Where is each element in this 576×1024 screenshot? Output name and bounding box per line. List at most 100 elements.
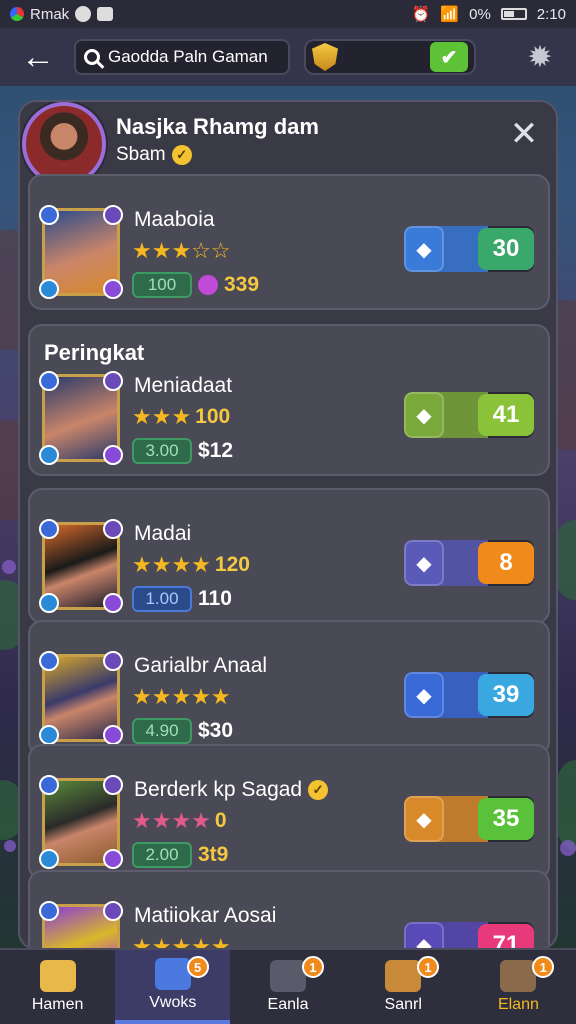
score-badge[interactable]: ◆ 71: [404, 922, 534, 948]
player-name-text: Madai: [134, 522, 192, 545]
nav-label: Elann: [497, 996, 539, 1013]
nav-item[interactable]: Elann 1: [461, 950, 576, 1024]
player-name: Garialbr Anaal: [134, 654, 267, 678]
alarm-icon: ⏰: [411, 6, 431, 23]
stat-value: 110: [198, 587, 232, 610]
player-avatar[interactable]: [39, 901, 123, 948]
status-bar: Rmak ⏰ 📶 0% 2:10: [0, 0, 576, 28]
stars: ★★★★: [132, 552, 211, 577]
nav-item[interactable]: Eanla 1: [230, 950, 345, 1024]
stat-row: 4.90 $30: [132, 718, 233, 744]
player-name: Madai: [134, 522, 191, 546]
badge-icon: [103, 371, 123, 391]
stat-value: 339: [224, 273, 260, 296]
badge-icon: [39, 849, 59, 869]
player-card[interactable]: Maaboia ★★★☆☆ 100 339 ◆ 30: [28, 174, 550, 310]
player-avatar[interactable]: [39, 775, 123, 869]
player-name: Berderk kp Sagad ✓: [134, 778, 329, 802]
score-value: 8: [478, 542, 534, 584]
badge-icon: [39, 901, 59, 921]
verified-check-icon: ✓: [308, 780, 329, 800]
level-pill: 1.00: [132, 586, 192, 612]
level-pill: 3.00: [132, 438, 192, 464]
player-name: Maaboia: [134, 208, 215, 232]
profile-subtitle-text: Sbam: [116, 144, 166, 165]
level-pill: 100: [132, 272, 192, 298]
scroll-icon: ◆: [404, 540, 444, 586]
stat-row: 100 339: [132, 272, 259, 298]
stat-value: $30: [198, 719, 234, 742]
confirm-button[interactable]: ✔: [430, 42, 468, 72]
heart-icon: [198, 275, 218, 295]
badge-icon: [103, 445, 123, 465]
star-rating: ★★★★ 120: [132, 552, 250, 578]
score-badge[interactable]: ◆ 35: [404, 796, 534, 842]
score-value: 71: [478, 924, 534, 948]
target-icon: [270, 960, 306, 992]
player-card[interactable]: Peringkat Meniadaat ★★★ 100 3.00 $12 ◆ 4…: [28, 324, 550, 476]
badge-icon: [39, 775, 59, 795]
player-card[interactable]: Garialbr Anaal ★★★★★ 4.90 $30 ◆ 39: [28, 620, 550, 756]
score-badge[interactable]: ◆ 30: [404, 226, 534, 272]
player-avatar[interactable]: [39, 651, 123, 745]
score-badge[interactable]: ◆ 41: [404, 392, 534, 438]
player-card[interactable]: Berderk kp Sagad ✓ ★★★★ 0 2.00 3t9 ◆ 35: [28, 744, 550, 880]
level-pill: 2.00: [132, 842, 192, 868]
search-box[interactable]: [74, 39, 290, 75]
settings-button[interactable]: ✹: [520, 37, 560, 77]
close-button[interactable]: ✕: [506, 116, 542, 152]
player-name-text: Berderk kp Sagad: [134, 778, 303, 801]
stars: ★★★★: [132, 808, 211, 833]
notification-badge: 5: [186, 956, 209, 978]
star-extra: 120: [214, 553, 250, 576]
star-extra: 0: [214, 809, 227, 832]
badge-icon: [103, 279, 123, 299]
star-rating: ★★★ 100: [132, 404, 230, 430]
axe-icon: ◆: [404, 672, 444, 718]
notification-badge: 1: [301, 956, 324, 978]
stars: ★★★★★: [132, 684, 231, 709]
badge-icon: [39, 205, 59, 225]
nav-label: Hamen: [31, 996, 84, 1013]
badge-icon: [103, 593, 123, 613]
checkmark-icon: ✔: [440, 46, 458, 69]
player-name-text: Garialbr Anaal: [134, 654, 268, 677]
score-value: 30: [478, 228, 534, 270]
stars: ★★★: [132, 404, 192, 429]
player-name-text: Maaboia: [134, 208, 215, 231]
badge-icon: [39, 725, 59, 745]
player-card[interactable]: Madai ★★★★ 120 1.00 110 ◆ 8: [28, 488, 550, 624]
profile-header: Nasjka Rhamg dam Sbam ✓ ✕: [20, 102, 556, 186]
nav-item[interactable]: Hamen: [0, 950, 115, 1024]
battery-icon: [500, 8, 527, 20]
verified-check-icon: ✓: [171, 145, 192, 165]
score-badge[interactable]: ◆ 8: [404, 540, 534, 586]
star-extra: 100: [195, 405, 231, 428]
search-input[interactable]: [108, 47, 278, 67]
stat-value: $12: [198, 439, 234, 462]
stat-row: 1.00 110: [132, 586, 232, 612]
player-card[interactable]: Matiiokar Aosai ★★★★★ ◆ 71: [28, 870, 550, 948]
profile-subtitle: Sbam ✓: [116, 144, 192, 166]
badge-icon: [103, 205, 123, 225]
battery-percent: 0%: [469, 5, 491, 23]
player-avatar[interactable]: [39, 371, 123, 465]
back-button[interactable]: ←: [16, 37, 60, 77]
nav-item[interactable]: Vwoks 5: [115, 950, 231, 1024]
status-time: 2:10: [536, 5, 566, 23]
player-name: Matiiokar Aosai: [134, 904, 276, 928]
player-avatar[interactable]: [39, 519, 123, 613]
badge-icon: [39, 279, 59, 299]
badge-icon: [103, 849, 123, 869]
search-icon: [84, 49, 100, 65]
works-icon: [154, 958, 191, 990]
score-value: 35: [478, 798, 534, 840]
badge-icon: [39, 593, 59, 613]
badge-icon: [39, 371, 59, 391]
nav-item[interactable]: Sanrl 1: [346, 950, 461, 1024]
profile-name: Nasjka Rhamg dam: [116, 114, 319, 139]
top-bar: ← ✔ ✹: [0, 28, 576, 86]
score-badge[interactable]: ◆ 39: [404, 672, 534, 718]
player-avatar[interactable]: [39, 205, 123, 299]
stat-row: 2.00 3t9: [132, 842, 228, 868]
